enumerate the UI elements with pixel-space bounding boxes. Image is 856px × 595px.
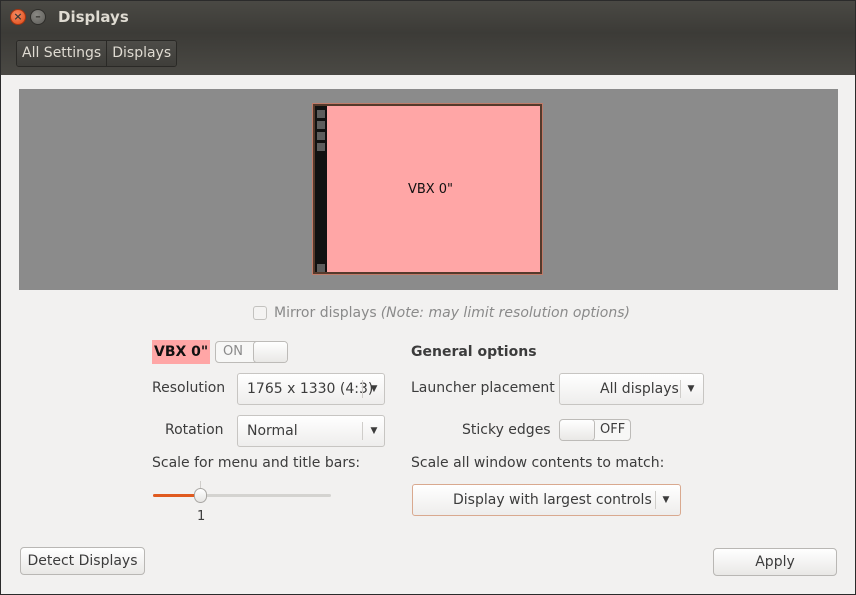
switch-knob — [254, 342, 287, 362]
rotation-label: Rotation — [165, 422, 224, 438]
resolution-value: 1765 x 1330 (4:3) — [247, 381, 374, 397]
apply-button[interactable]: Apply — [713, 548, 837, 576]
minimize-icon: – — [35, 10, 41, 23]
sticky-edges-switch[interactable]: OFF — [559, 419, 631, 441]
launcher-placement-label: Launcher placement — [411, 380, 555, 396]
launcher-icon — [317, 264, 325, 272]
display-arrangement-area: VBX 0" — [19, 89, 838, 290]
scale-slider[interactable] — [153, 494, 331, 497]
launcher-icon — [317, 110, 325, 118]
close-window-button[interactable]: × — [10, 9, 26, 25]
title-bar: × – Displays — [1, 1, 855, 33]
minimize-window-button[interactable]: – — [30, 9, 46, 25]
dropdown-arrow-icon: ▼ — [370, 384, 378, 394]
monitor-preview[interactable]: VBX 0" — [313, 104, 542, 274]
toolbar: All Settings Displays — [1, 33, 855, 75]
switch-knob — [560, 420, 594, 440]
close-icon: × — [13, 10, 23, 23]
monitor-preview-label: VBX 0" — [407, 182, 454, 197]
scale-windows-dropdown[interactable]: Display with largest controls ▼ — [412, 484, 681, 516]
launcher-icon — [317, 132, 325, 140]
launcher-placement-value: All displays — [600, 381, 679, 397]
dropdown-arrow-icon: ▼ — [662, 495, 670, 505]
display-power-switch[interactable]: ON — [215, 341, 288, 363]
scale-windows-value: Display with largest controls — [453, 492, 652, 508]
breadcrumb-displays[interactable]: Displays — [106, 41, 177, 66]
launcher-icon — [317, 143, 325, 151]
breadcrumb: All Settings Displays — [16, 40, 178, 67]
launcher-icon — [317, 121, 325, 129]
rotation-dropdown[interactable]: Normal ▼ — [237, 415, 385, 447]
detect-displays-button[interactable]: Detect Displays — [20, 547, 145, 575]
dropdown-arrow-icon: ▼ — [687, 384, 695, 394]
sticky-edges-label: Sticky edges — [462, 422, 551, 438]
mirror-displays-checkbox[interactable] — [253, 306, 267, 320]
resolution-label: Resolution — [152, 380, 226, 396]
scale-windows-label: Scale all window contents to match: — [411, 455, 665, 471]
dropdown-arrow-icon: ▼ — [370, 426, 378, 436]
launcher-placement-dropdown[interactable]: All displays ▼ — [559, 373, 704, 405]
scale-menu-label: Scale for menu and title bars: — [152, 455, 361, 471]
mirror-displays-note: (Note: may limit resolution options) — [380, 305, 630, 321]
sticky-edges-state: OFF — [600, 422, 626, 437]
breadcrumb-all-settings[interactable]: All Settings — [17, 41, 107, 66]
scale-value: 1 — [197, 509, 206, 524]
mirror-displays-option: Mirror displays (Note: may limit resolut… — [253, 305, 630, 321]
display-name-label: VBX 0" — [152, 340, 211, 364]
general-options-heading: General options — [411, 344, 537, 360]
window-title: Displays — [58, 8, 129, 26]
resolution-dropdown[interactable]: 1765 x 1330 (4:3) ▼ — [237, 373, 385, 405]
displays-window: × – Displays All Settings Displays VBX 0… — [0, 0, 856, 595]
mirror-displays-label: Mirror displays — [274, 305, 377, 321]
scale-slider-handle[interactable] — [194, 488, 207, 503]
display-power-state: ON — [223, 344, 243, 359]
rotation-value: Normal — [247, 423, 298, 439]
